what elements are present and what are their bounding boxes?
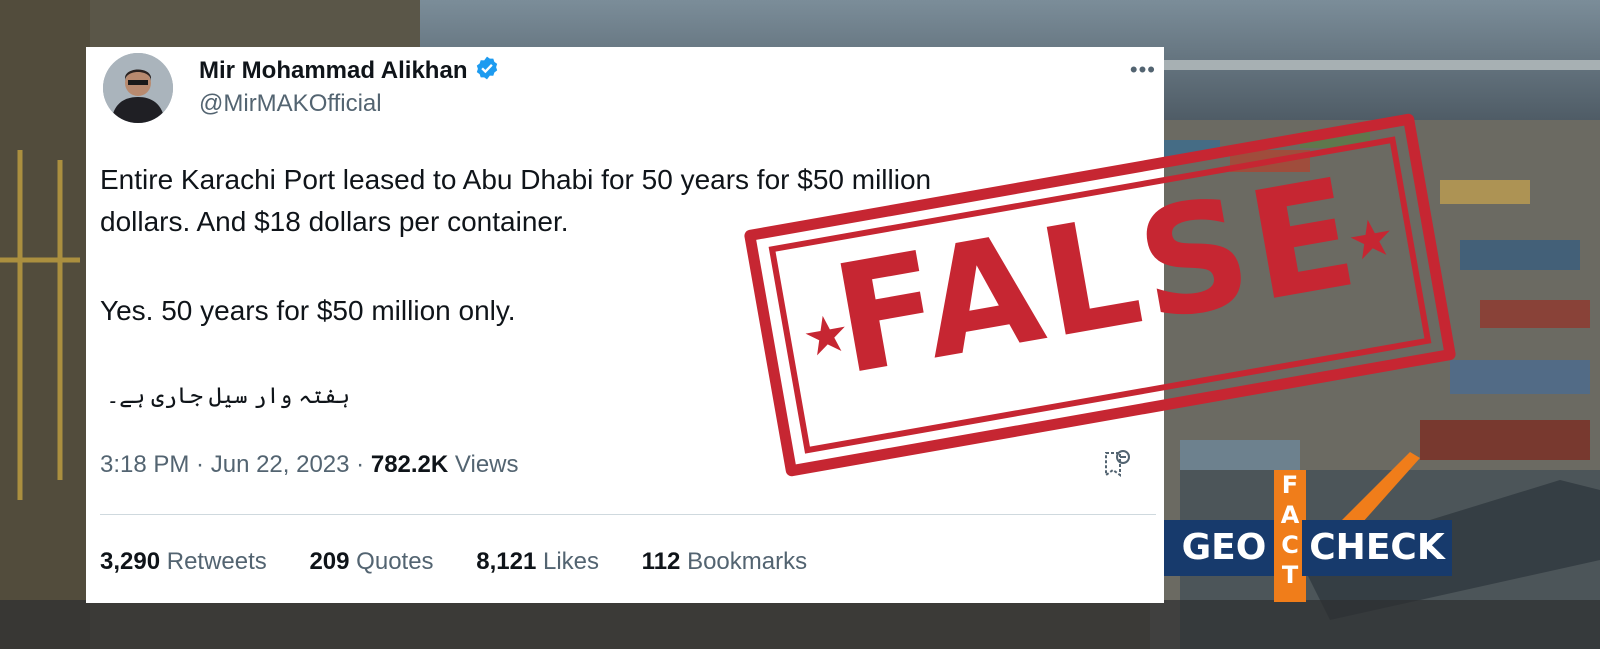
bookmark-icon[interactable] — [1100, 447, 1134, 486]
geo-fact-check-logo: GEO F A C T CHECK — [1160, 452, 1452, 602]
quotes-label: Quotes — [356, 548, 434, 575]
logo-check: CHECK — [1302, 520, 1452, 576]
verified-badge-icon — [474, 55, 500, 88]
tweet-text-line: dollars. And $18 dollars per container. — [100, 206, 569, 237]
display-name[interactable]: Mir Mohammad Alikhan — [199, 55, 500, 88]
likes-label: Likes — [542, 548, 599, 575]
tweet-urdu-line: ہفتہ وار سیل جاری ہے۔ — [106, 383, 350, 408]
quotes-count: 209 — [309, 548, 350, 575]
views-label: Views — [454, 451, 519, 478]
bookmarks-stat[interactable]: 112 Bookmarks — [642, 548, 807, 575]
logo-geo: GEO — [1164, 520, 1284, 576]
avatar[interactable] — [103, 53, 173, 123]
tweet-text-line: Yes. 50 years for $50 million only. — [100, 295, 516, 326]
divider — [100, 514, 1156, 515]
quotes-stat[interactable]: 209 Quotes — [309, 548, 433, 575]
star-icon: ★ — [1343, 207, 1400, 273]
bookmarks-label: Bookmarks — [687, 548, 808, 575]
engagement-stats: 3,290 Retweets 209 Quotes 8,121 Likes 11… — [100, 548, 843, 576]
logo-fact-letter: F — [1281, 471, 1299, 499]
tweet-date[interactable]: Jun 22, 2023 — [211, 451, 350, 478]
bookmarks-count: 112 — [641, 548, 681, 575]
handle[interactable]: @MirMAKOfficial — [199, 90, 382, 118]
views-count: 782.2K — [370, 451, 449, 478]
tweet-text-line: Entire Karachi Port leased to Abu Dhabi … — [100, 164, 932, 195]
tweet-meta: 3:18 PM · Jun 22, 2023 · 782.2K Views — [100, 451, 519, 478]
more-options-icon[interactable]: ••• — [1130, 57, 1156, 83]
likes-count: 8,121 — [476, 548, 537, 575]
retweets-label: Retweets — [166, 548, 267, 575]
display-name-text: Mir Mohammad Alikhan — [199, 57, 468, 84]
retweets-count: 3,290 — [100, 548, 161, 575]
retweets-stat[interactable]: 3,290 Retweets — [100, 548, 267, 575]
likes-stat[interactable]: 8,121 Likes — [476, 548, 599, 575]
tweet-time[interactable]: 3:18 PM — [100, 451, 189, 478]
